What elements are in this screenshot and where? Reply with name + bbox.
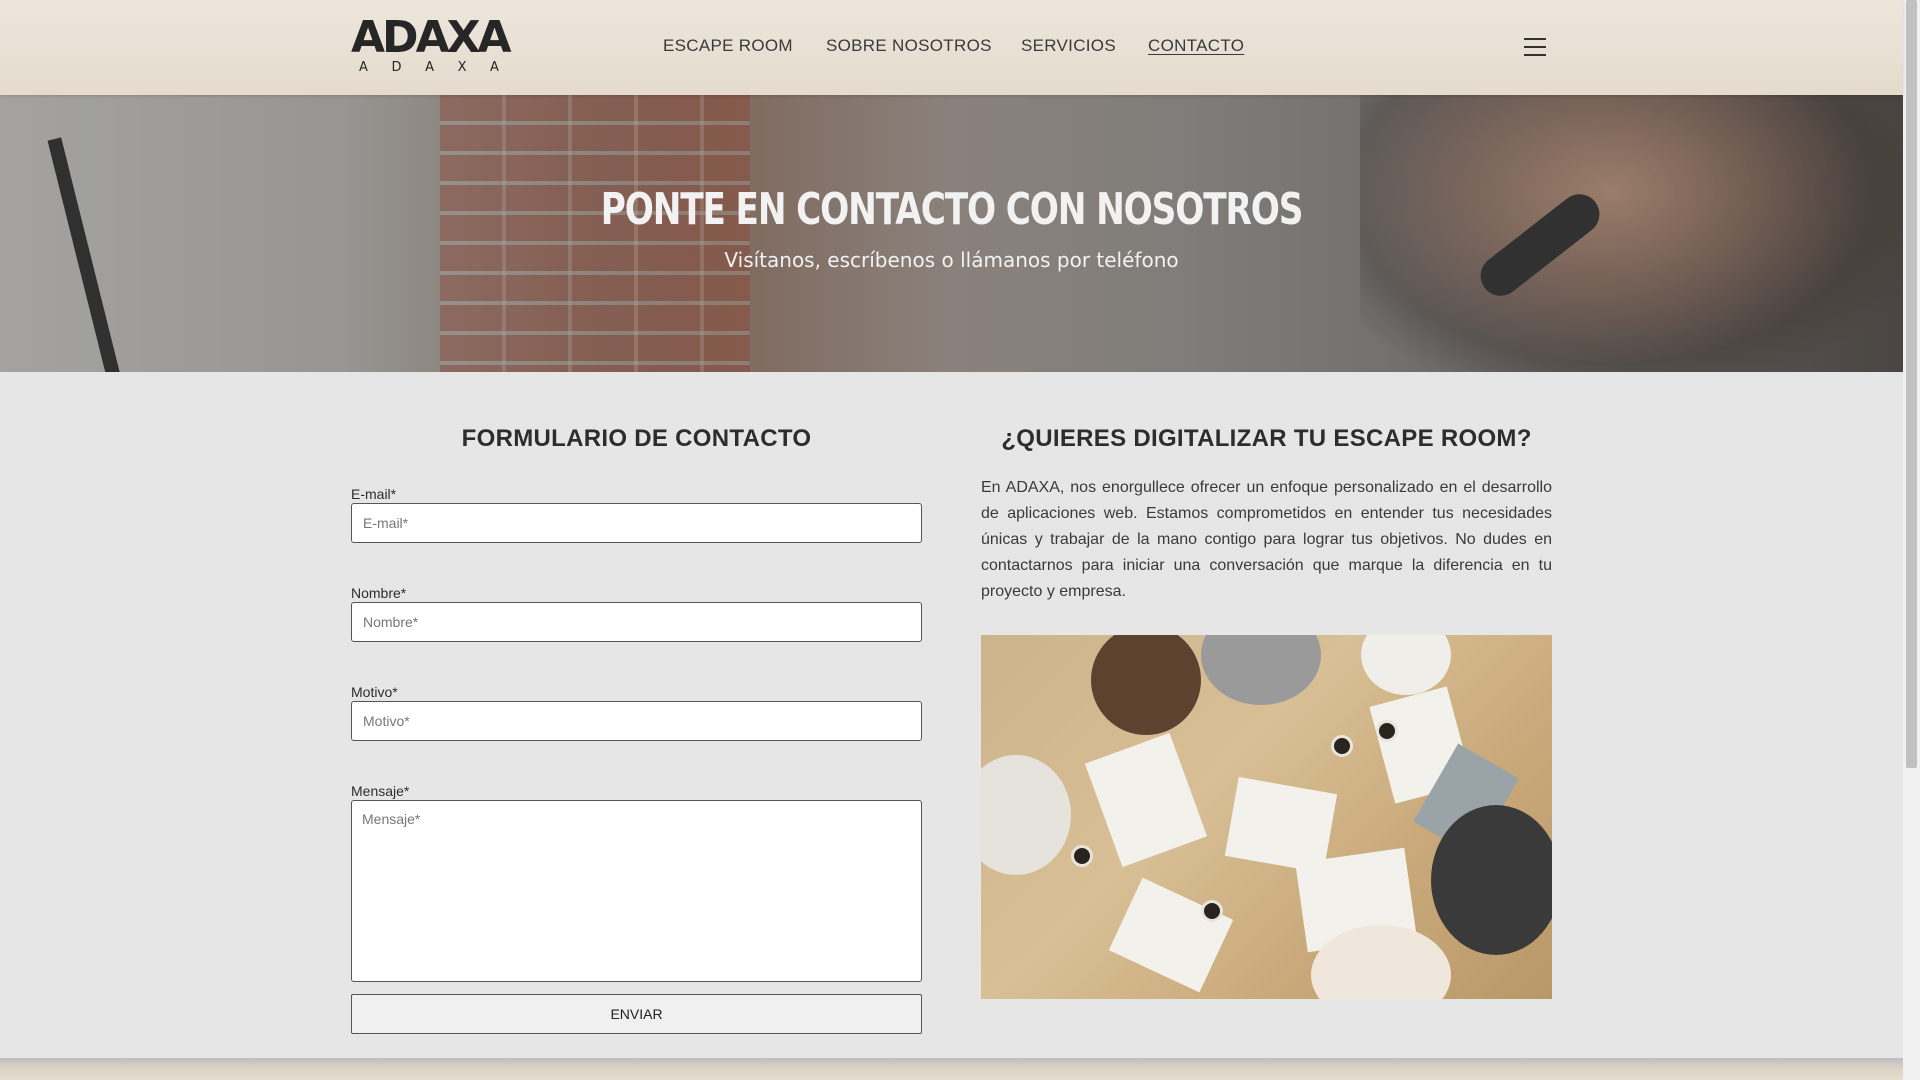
photo-decor (1071, 845, 1093, 867)
photo-decor (981, 755, 1071, 875)
logo-letter: X (457, 60, 467, 75)
nav-item-sobre-nosotros[interactable]: SOBRE NOSOTROS (826, 36, 992, 56)
hero-subtitle: Visítanos, escríbenos o llámanos por tel… (724, 248, 1179, 272)
nav-item-contacto[interactable]: CONTACTO (1148, 36, 1244, 56)
logo-letter: D (391, 60, 402, 75)
team-meeting-image (981, 635, 1552, 999)
photo-decor (1331, 735, 1353, 757)
photo-decor (1376, 720, 1398, 742)
email-input[interactable] (351, 503, 922, 543)
reason-input[interactable] (351, 701, 922, 741)
photo-decor (1108, 877, 1234, 993)
logo-wordmark: ADAXA (351, 16, 512, 60)
nav-item-escape-room[interactable]: ESCAPE ROOM (663, 36, 793, 56)
hamburger-icon[interactable] (1524, 38, 1546, 56)
message-label: Mensaje* (351, 783, 410, 799)
logo-text: ADAXA (351, 12, 512, 63)
submit-button[interactable]: ENVIAR (351, 994, 922, 1034)
photo-decor (1084, 732, 1208, 868)
footer (0, 1058, 1903, 1080)
name-label: Nombre* (351, 585, 407, 601)
photo-decor (1201, 900, 1223, 922)
info-paragraph: En ADAXA, nos enorgullece ofrecer un enf… (981, 479, 1552, 600)
message-textarea[interactable] (351, 800, 922, 982)
logo-letter: A (425, 60, 434, 75)
form-heading: FORMULARIO DE CONTACTO (461, 425, 812, 452)
logo-letter: A (490, 60, 499, 75)
name-input[interactable] (351, 602, 922, 642)
hero-title: PONTE EN CONTACTO CON NOSOTROS (600, 184, 1304, 235)
site-header: ADAXA A D A X A ESCAPE ROOM SOBRE NOSOTR… (0, 0, 1903, 95)
photo-decor (1201, 635, 1321, 705)
reason-label: Motivo* (351, 684, 398, 700)
contact-form: E-mail* Nombre* Motivo* Mensaje* ENVIAR (351, 486, 922, 1034)
logo-letter: A (359, 60, 368, 75)
reason-field-group: Motivo* (351, 684, 922, 741)
photo-decor (1431, 805, 1552, 955)
info-heading: ¿QUIERES DIGITALIZAR TU ESCAPE ROOM? (1001, 425, 1532, 452)
photo-decor (1091, 635, 1201, 735)
email-field-group: E-mail* (351, 486, 922, 543)
nav-item-servicios[interactable]: SERVICIOS (1021, 36, 1116, 56)
name-field-group: Nombre* (351, 585, 922, 642)
scrollbar-thumb[interactable] (1906, 0, 1917, 768)
contact-form-section: FORMULARIO DE CONTACTO E-mail* Nombre* M… (351, 425, 922, 1034)
adaxa-logo[interactable]: ADAXA A D A X A (351, 16, 512, 76)
info-section: ¿QUIERES DIGITALIZAR TU ESCAPE ROOM? En … (981, 425, 1552, 999)
email-label: E-mail* (351, 486, 397, 502)
photo-decor (1361, 635, 1451, 695)
message-field-group: Mensaje* (351, 783, 922, 987)
